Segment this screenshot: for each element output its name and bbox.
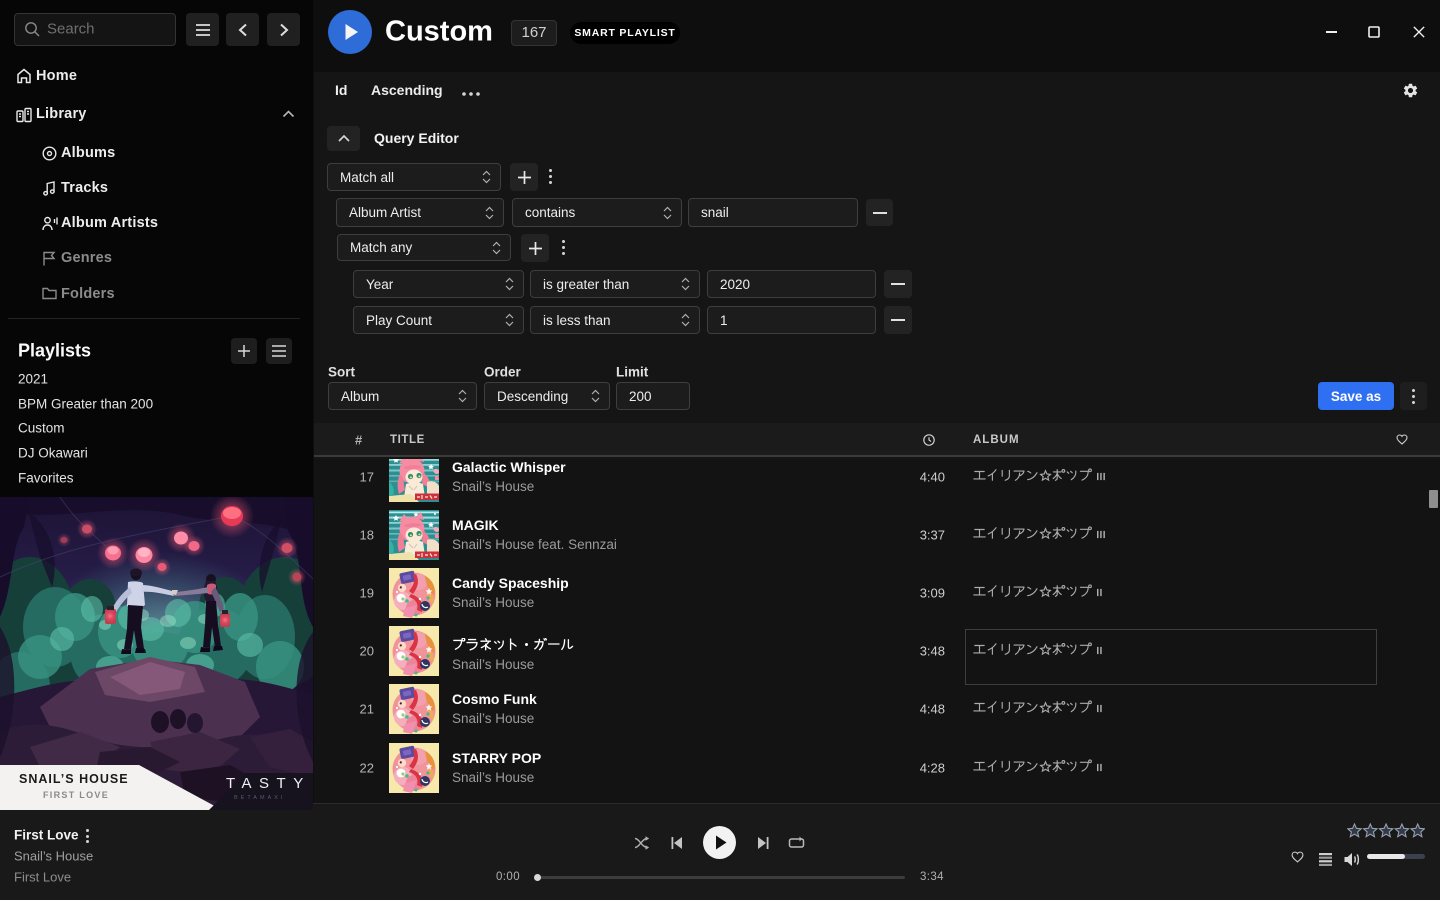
svg-text:BETAMAXI: BETAMAXI	[234, 795, 285, 801]
svg-text:TASTY: TASTY	[226, 775, 311, 792]
svg-text:SNAIL’S HOUSE: SNAIL’S HOUSE	[19, 772, 129, 786]
svg-text:FIRST LOVE: FIRST LOVE	[43, 790, 109, 800]
